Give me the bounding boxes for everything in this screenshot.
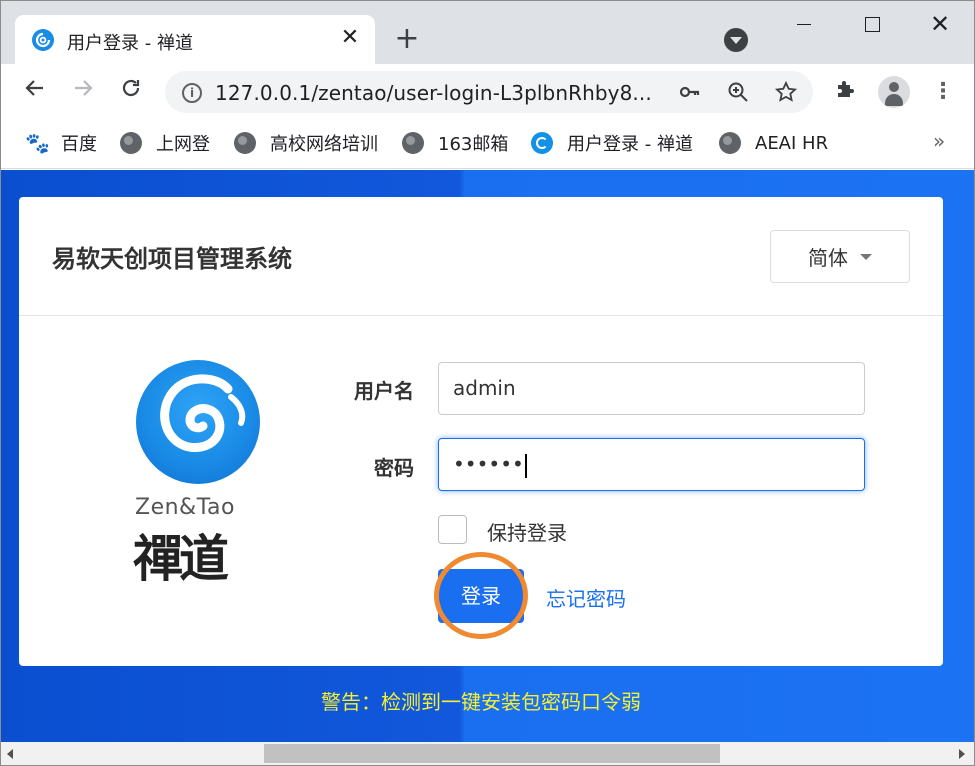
logo-text-en: Zen&Tao — [135, 495, 235, 520]
bookmark-label: 百度 — [61, 134, 97, 155]
globe-icon — [719, 132, 741, 154]
back-arrow-icon[interactable] — [19, 76, 51, 108]
bookmark-label: AEAI HR — [755, 132, 829, 154]
zentao-icon — [531, 132, 553, 154]
username-label: 用户名 — [354, 379, 414, 403]
language-label: 简体 — [808, 246, 848, 270]
highlight-circle — [434, 552, 528, 639]
zentao-logo: Zen&Tao 禪道 — [133, 357, 283, 597]
bookmark-aeai[interactable]: AEAI HR — [719, 131, 828, 155]
scroll-left-arrow-icon[interactable] — [7, 749, 13, 759]
address-bar[interactable]: i 127.0.0.1/zentao/user-login-L3plbnRhby… — [165, 71, 813, 113]
keep-login-checkbox[interactable] — [438, 515, 467, 544]
window-close-button[interactable]: ✕ — [917, 7, 963, 41]
logo-swirl-icon — [160, 374, 246, 452]
browser-tab[interactable]: 用户登录 - 禅道 ✕ — [15, 15, 375, 64]
browser-window: 用户登录 - 禅道 ✕ + ✕ i 127.0.0.1/zentao/user-… — [0, 0, 975, 766]
language-dropdown[interactable]: 简体 — [770, 230, 910, 283]
url-text[interactable]: 127.0.0.1/zentao/user-login-L3plbnRhby8.… — [215, 81, 652, 105]
page-viewport: 易软天创项目管理系统 简体 Zen&Tao 禪道 用户名 admin 密码 ••… — [1, 170, 974, 742]
maximize-button[interactable] — [849, 7, 895, 41]
menu-dots-icon[interactable]: ⋮ — [931, 78, 955, 106]
login-card: 易软天创项目管理系统 简体 Zen&Tao 禪道 用户名 admin 密码 ••… — [19, 197, 943, 666]
bookmark-label: 163邮箱 — [438, 134, 509, 155]
minimize-button[interactable] — [781, 7, 827, 41]
reload-icon[interactable] — [115, 76, 147, 108]
tab-search-icon[interactable] — [724, 28, 748, 52]
baidu-icon: 🐾 — [25, 131, 50, 155]
password-input[interactable]: •••••• — [438, 438, 865, 491]
logo-text-cn: 禪道 — [133, 529, 229, 588]
bookmark-zentao[interactable]: 用户登录 - 禅道 — [531, 131, 693, 155]
text-cursor — [524, 453, 527, 478]
zoom-icon[interactable] — [725, 80, 751, 106]
username-input[interactable]: admin — [438, 362, 865, 415]
username-value: admin — [453, 376, 516, 400]
keep-login-label[interactable]: 保持登录 — [487, 517, 567, 546]
bookmark-label: 上网登 — [156, 134, 210, 155]
tab-close-icon[interactable]: ✕ — [337, 25, 363, 51]
bookmarks-bar: 🐾 百度 上网登 高校网络培训 163邮箱 用户登录 - 禅道 AEAI HR … — [1, 121, 974, 169]
horizontal-scrollbar[interactable] — [1, 742, 974, 765]
bookmark-baidu[interactable]: 🐾 百度 — [25, 131, 97, 155]
forgot-password-link[interactable]: 忘记密码 — [546, 583, 626, 612]
weak-password-warning: 警告：检测到一键安装包密码口令弱 — [321, 690, 641, 714]
globe-icon — [234, 132, 256, 154]
key-icon[interactable] — [677, 80, 703, 106]
login-card-header: 易软天创项目管理系统 简体 — [19, 197, 943, 316]
new-tab-button[interactable]: + — [393, 24, 421, 54]
bookmark-label: 高校网络培训 — [270, 134, 378, 155]
password-value: •••••• — [453, 452, 524, 476]
profile-avatar-icon[interactable] — [878, 76, 910, 108]
forward-arrow-icon[interactable] — [67, 76, 99, 108]
scrollbar-thumb[interactable] — [264, 744, 720, 763]
globe-icon — [120, 132, 142, 154]
globe-icon — [402, 132, 424, 154]
bookmarks-more-icon[interactable]: » — [933, 129, 945, 153]
system-title: 易软天创项目管理系统 — [52, 245, 292, 273]
browser-toolbar: i 127.0.0.1/zentao/user-login-L3plbnRhby… — [1, 64, 974, 121]
zentao-favicon-icon — [32, 29, 54, 51]
star-bookmark-icon[interactable] — [773, 80, 799, 106]
bookmark-shangwangdeng[interactable]: 上网登 — [120, 131, 210, 155]
password-label: 密码 — [374, 456, 414, 480]
tab-strip: 用户登录 - 禅道 ✕ + ✕ — [1, 1, 974, 64]
bookmark-label: 用户登录 - 禅道 — [567, 134, 693, 155]
extensions-puzzle-icon[interactable] — [831, 77, 861, 107]
scroll-right-arrow-icon[interactable] — [959, 749, 965, 759]
bookmark-163[interactable]: 163邮箱 — [402, 131, 508, 155]
caret-down-icon — [860, 253, 872, 260]
tab-title: 用户登录 - 禅道 — [67, 33, 193, 54]
bookmark-gaoxiao[interactable]: 高校网络培训 — [234, 131, 378, 155]
site-info-icon[interactable]: i — [182, 83, 202, 103]
